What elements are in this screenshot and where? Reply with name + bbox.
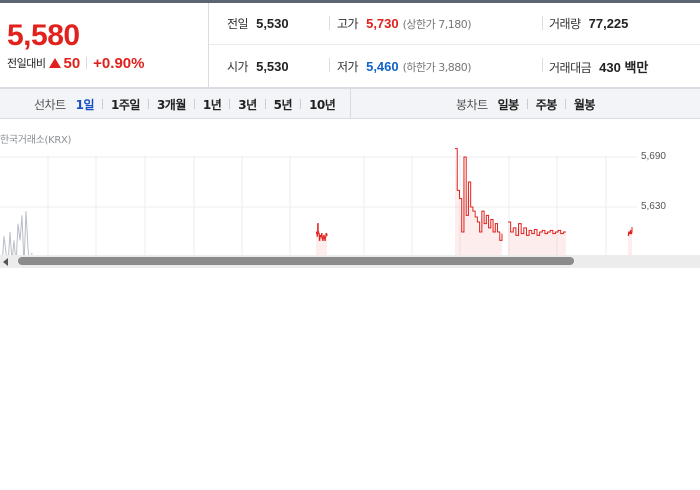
open-price: 시가 5,530: [227, 58, 289, 75]
candle-chart-tabs: 봉차트 일봉 주봉 월봉: [456, 89, 595, 119]
change-label: 전일대비: [7, 57, 46, 70]
summary-row-2: 시가 5,530 저가 5,460 (하한가 3,880) 거래대금 430 백…: [209, 45, 700, 87]
lower-limit: (하한가 3,880): [402, 60, 472, 74]
tab-divider: [102, 99, 104, 109]
divider: [329, 58, 330, 72]
tab-1w[interactable]: 1주일: [111, 96, 140, 113]
tabs-split: [350, 89, 351, 119]
tab-10y[interactable]: 10년: [309, 96, 336, 113]
divider: [329, 16, 330, 30]
tab-divider: [147, 99, 149, 109]
current-price-box: 5,580 전일대비 50 +0.90%: [0, 3, 209, 88]
high-label: 고가: [337, 17, 359, 31]
tab-divider: [193, 99, 195, 109]
change-value: 50: [63, 54, 81, 72]
chart-scrollbar[interactable]: [0, 255, 700, 268]
low-label: 저가: [337, 59, 359, 74]
change-percent: +0.90%: [93, 54, 145, 72]
tab-1y[interactable]: 1년: [203, 96, 222, 113]
low-price: 저가 5,460 (하한가 3,880): [337, 58, 472, 75]
tab-3y[interactable]: 3년: [238, 96, 257, 113]
tab-5y[interactable]: 5년: [274, 96, 293, 113]
chart-tabs-bar: 선차트 1일 1주일 3개월 1년 3년 5년 10년 봉차트 일봉 주봉 월봉: [0, 88, 700, 119]
change-row: 전일대비 50 +0.90%: [7, 54, 144, 72]
prev-close: 전일 5,530: [227, 15, 289, 32]
tab-weekly[interactable]: 주봉: [536, 96, 558, 113]
line-chart-tabs: 선차트 1일 1주일 3개월 1년 3년 5년 10년: [34, 89, 336, 119]
price-summary: 5,580 전일대비 50 +0.90% 전일 5,530 고가 5,730 (…: [0, 3, 700, 88]
scroll-left-arrow-icon[interactable]: [3, 258, 8, 266]
high-price: 고가 5,730 (상한가 7,180): [337, 15, 472, 32]
high-value: 5,730: [366, 16, 399, 31]
tab-divider: [300, 99, 302, 109]
scroll-thumb[interactable]: [18, 257, 574, 265]
tab-divider: [526, 99, 528, 109]
amount-label: 거래대금: [549, 60, 592, 75]
summary-row-1: 전일 5,530 고가 5,730 (상한가 7,180) 거래량 77,225: [209, 3, 700, 45]
prev-close-value: 5,530: [256, 16, 289, 31]
tab-divider: [264, 99, 266, 109]
series-line-segment: [627, 227, 633, 236]
series-line-segment: [455, 148, 503, 241]
volume-value: 77,225: [588, 16, 629, 31]
divider: [542, 58, 543, 72]
low-value: 5,460: [366, 58, 399, 74]
change-divider: [86, 57, 88, 69]
tab-divider: [229, 99, 231, 109]
amount-value: 430 백만: [599, 59, 649, 75]
current-price: 5,580: [7, 19, 80, 52]
tab-monthly[interactable]: 월봉: [574, 96, 596, 113]
trade-amount: 거래대금 430 백만: [549, 57, 648, 76]
prev-close-label: 전일: [227, 17, 249, 31]
up-triangle-icon: [49, 58, 62, 68]
line-chart-label: 선차트: [34, 97, 66, 112]
tab-1d[interactable]: 1일: [76, 96, 95, 113]
volume-label: 거래량: [549, 17, 581, 31]
tab-divider: [564, 99, 566, 109]
candle-chart-label: 봉차트: [456, 97, 488, 112]
intraday-chart: 한국거래소(KRX) 5,690 5,630: [0, 119, 700, 265]
tab-daily[interactable]: 일봉: [498, 96, 520, 113]
upper-limit: (상한가 7,180): [402, 18, 472, 31]
price-line-chart: [0, 148, 637, 265]
tab-3m[interactable]: 3개월: [157, 96, 186, 113]
divider: [542, 16, 543, 30]
volume: 거래량 77,225: [549, 15, 628, 32]
open-value: 5,530: [256, 58, 289, 74]
open-label: 시가: [227, 59, 249, 74]
